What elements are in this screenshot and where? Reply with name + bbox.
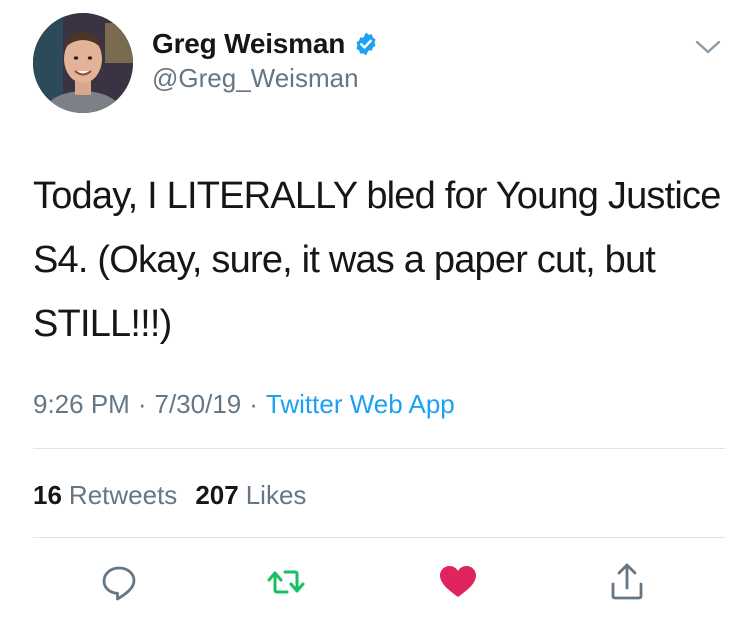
likes-count: 207: [195, 479, 239, 510]
verified-badge-icon: [353, 31, 379, 57]
like-button[interactable]: [436, 560, 480, 604]
meta-separator: ·: [249, 388, 258, 419]
action-bar: [0, 560, 749, 608]
retweet-icon: [267, 570, 305, 594]
likes-label: Likes: [245, 479, 307, 510]
tweet-source-link[interactable]: Twitter Web App: [266, 389, 455, 420]
tweet-meta: 9:26 PM · 7/30/19 · Twitter Web App: [33, 386, 455, 422]
tweet-stats: 16 Retweets 207 Likes: [33, 477, 306, 513]
divider: [33, 448, 725, 449]
share-button[interactable]: [605, 560, 649, 604]
tweet-date[interactable]: 7/30/19: [155, 389, 242, 420]
chevron-down-icon[interactable]: [690, 32, 726, 62]
share-icon: [611, 563, 643, 600]
display-name[interactable]: Greg Weisman: [152, 28, 345, 60]
tweet-text: Today, I LITERALLY bled for Young Justic…: [33, 175, 721, 345]
name-row: Greg Weisman: [152, 26, 379, 62]
heart-icon: [440, 566, 476, 597]
likes-stat[interactable]: 207 Likes: [195, 480, 306, 511]
retweet-button[interactable]: [264, 560, 308, 604]
reply-button[interactable]: [97, 560, 141, 604]
avatar[interactable]: [33, 13, 133, 113]
retweets-count: 16: [33, 479, 62, 510]
handle[interactable]: @Greg_Weisman: [152, 63, 359, 94]
retweets-label: Retweets: [68, 479, 178, 510]
divider: [33, 537, 725, 538]
retweets-stat[interactable]: 16 Retweets: [33, 480, 177, 511]
avatar-photo: [33, 13, 133, 113]
tweet-time[interactable]: 9:26 PM: [33, 389, 130, 420]
reply-icon: [102, 566, 136, 601]
tweet-card: Greg Weisman @Greg_Weisman Today, I LITE…: [0, 0, 749, 634]
meta-separator: ·: [137, 388, 147, 419]
